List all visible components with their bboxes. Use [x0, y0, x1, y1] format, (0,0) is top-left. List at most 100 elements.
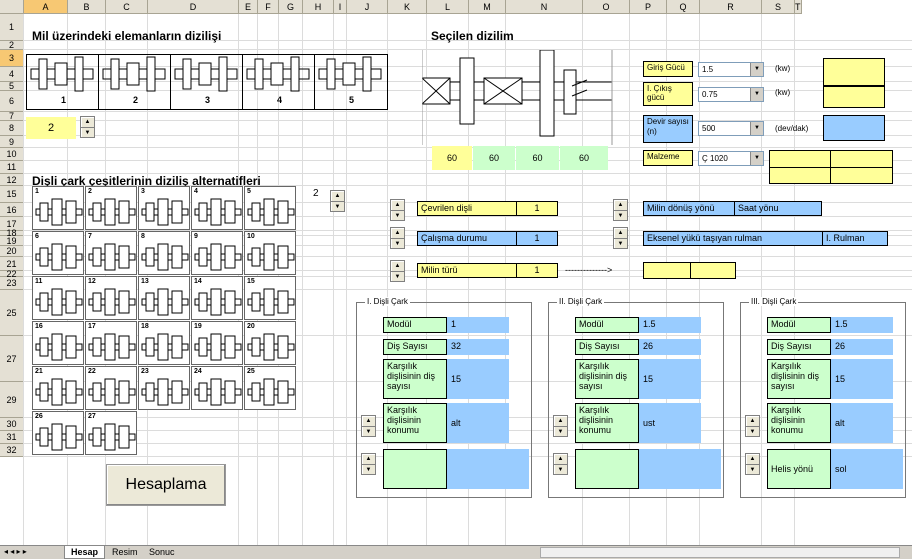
karsilik-value[interactable]: 15 [639, 359, 701, 399]
eksenel-value[interactable]: I. Rulman [822, 231, 888, 246]
gear-option[interactable]: 13 [138, 276, 190, 320]
column-header-G[interactable]: G [279, 0, 303, 14]
spin-up-icon[interactable]: ▲ [614, 228, 627, 238]
extra-value[interactable]: sol [831, 449, 903, 489]
karsilik-value[interactable]: 15 [831, 359, 893, 399]
tab-nav-icon[interactable]: ◂ ◂ ▸ ▸ [4, 547, 27, 556]
gear-option[interactable]: 17 [85, 321, 137, 365]
gear-option[interactable]: 6 [32, 231, 84, 275]
dim-1[interactable]: 60 [432, 146, 472, 170]
gear-option[interactable]: 22 [85, 366, 137, 410]
column-header-M[interactable]: M [469, 0, 506, 14]
chevron-down-icon[interactable]: ▼ [750, 152, 763, 165]
row-header-29[interactable]: 29 [0, 382, 24, 418]
gear-option[interactable]: 10 [244, 231, 296, 275]
row-header-8[interactable]: 8 [0, 121, 24, 136]
donus-value[interactable]: Saat yönu [734, 201, 822, 216]
hesaplama-button[interactable]: Hesaplama [106, 464, 226, 506]
dis-value[interactable]: 26 [831, 339, 893, 355]
modul-value[interactable]: 1 [447, 317, 509, 333]
row-header-11[interactable]: 11 [0, 161, 24, 174]
column-header-S[interactable]: S [762, 0, 795, 14]
konum-spinner[interactable]: ▲ ▼ [553, 415, 568, 437]
column-header-P[interactable]: P [630, 0, 667, 14]
spin-up-icon[interactable]: ▲ [362, 454, 375, 464]
cevrilen-spinner[interactable]: ▲ ▼ [390, 199, 405, 221]
spin-down-icon[interactable]: ▼ [362, 426, 375, 436]
gear-option[interactable]: 14 [191, 276, 243, 320]
modul-value[interactable]: 1.5 [831, 317, 893, 333]
column-header-I[interactable]: I [334, 0, 347, 14]
arrangement-option[interactable]: 2 [99, 55, 171, 109]
chevron-down-icon[interactable]: ▼ [750, 88, 763, 101]
row-header-20[interactable]: 20 [0, 246, 24, 257]
column-header-K[interactable]: K [388, 0, 427, 14]
gear-option[interactable]: 19 [191, 321, 243, 365]
column-header-H[interactable]: H [303, 0, 334, 14]
extra-spinner[interactable]: ▲ ▼ [553, 453, 568, 475]
column-header-N[interactable]: N [506, 0, 583, 14]
column-header-J[interactable]: J [347, 0, 388, 14]
dim-3[interactable]: 60 [516, 146, 559, 170]
spin-up-icon[interactable]: ▲ [391, 228, 404, 238]
spin-down-icon[interactable]: ▼ [614, 238, 627, 248]
tab-resim[interactable]: Resim [108, 547, 142, 557]
corner-select-all[interactable] [0, 0, 24, 14]
spin-down-icon[interactable]: ▼ [81, 127, 94, 137]
arrangement-option[interactable]: 4 [243, 55, 315, 109]
row-header-19[interactable]: 19 [0, 236, 24, 246]
spin-down-icon[interactable]: ▼ [554, 426, 567, 436]
column-header-C[interactable]: C [106, 0, 148, 14]
eksenel-spinner[interactable]: ▲ ▼ [613, 227, 628, 249]
tab-hesap[interactable]: Hesap [64, 546, 106, 559]
donus-spinner[interactable]: ▲ ▼ [613, 199, 628, 221]
arrangement-option[interactable]: 1 [27, 55, 99, 109]
dim-2[interactable]: 60 [473, 146, 515, 170]
gear-option[interactable]: 21 [32, 366, 84, 410]
row-header-23[interactable]: 23 [0, 277, 24, 290]
extra-value[interactable] [447, 449, 529, 489]
column-header-D[interactable]: D [148, 0, 239, 14]
modul-value[interactable]: 1.5 [639, 317, 701, 333]
spin-up-icon[interactable]: ▲ [554, 416, 567, 426]
row-header-31[interactable]: 31 [0, 431, 24, 444]
extra-spinner[interactable]: ▲ ▼ [745, 453, 760, 475]
row-header-5[interactable]: 5 [0, 82, 24, 91]
gear-option[interactable]: 7 [85, 231, 137, 275]
row-header-3[interactable]: 3 [0, 50, 24, 67]
gear-option[interactable]: 8 [138, 231, 190, 275]
gear-option[interactable]: 2 [85, 186, 137, 230]
spin-down-icon[interactable]: ▼ [391, 238, 404, 248]
spin-down-icon[interactable]: ▼ [614, 210, 627, 220]
row-header-1[interactable]: 1 [0, 14, 24, 41]
gear-spinner[interactable]: ▲ ▼ [330, 190, 345, 212]
column-header-E[interactable]: E [239, 0, 258, 14]
gear-option[interactable]: 1 [32, 186, 84, 230]
gear-option[interactable]: 26 [32, 411, 84, 455]
horizontal-scrollbar[interactable] [540, 547, 900, 558]
row-header-4[interactable]: 4 [0, 67, 24, 82]
malzeme-select[interactable]: Ç 1020 ▼ [698, 151, 764, 166]
spin-down-icon[interactable]: ▼ [362, 464, 375, 474]
row-header-15[interactable]: 15 [0, 186, 24, 203]
spin-down-icon[interactable]: ▼ [391, 210, 404, 220]
konum-value[interactable]: alt [447, 403, 509, 443]
column-header-F[interactable]: F [258, 0, 279, 14]
arrangement-option[interactable]: 3 [171, 55, 243, 109]
arrangement-spinner[interactable]: ▲ ▼ [80, 116, 95, 138]
row-header-7[interactable]: 7 [0, 112, 24, 121]
milin-value[interactable]: 1 [516, 263, 558, 278]
konum-spinner[interactable]: ▲ ▼ [361, 415, 376, 437]
cevrilen-value[interactable]: 1 [516, 201, 558, 216]
extra-value[interactable] [639, 449, 721, 489]
spin-up-icon[interactable]: ▲ [391, 261, 404, 271]
dim-4[interactable]: 60 [560, 146, 608, 170]
spin-up-icon[interactable]: ▲ [331, 191, 344, 201]
row-header-16[interactable]: 16 [0, 203, 24, 217]
column-header-L[interactable]: L [427, 0, 469, 14]
spin-up-icon[interactable]: ▲ [391, 200, 404, 210]
row-header-6[interactable]: 6 [0, 91, 24, 112]
row-header-10[interactable]: 10 [0, 148, 24, 161]
calisma-value[interactable]: 1 [516, 231, 558, 246]
gear-option[interactable]: 18 [138, 321, 190, 365]
